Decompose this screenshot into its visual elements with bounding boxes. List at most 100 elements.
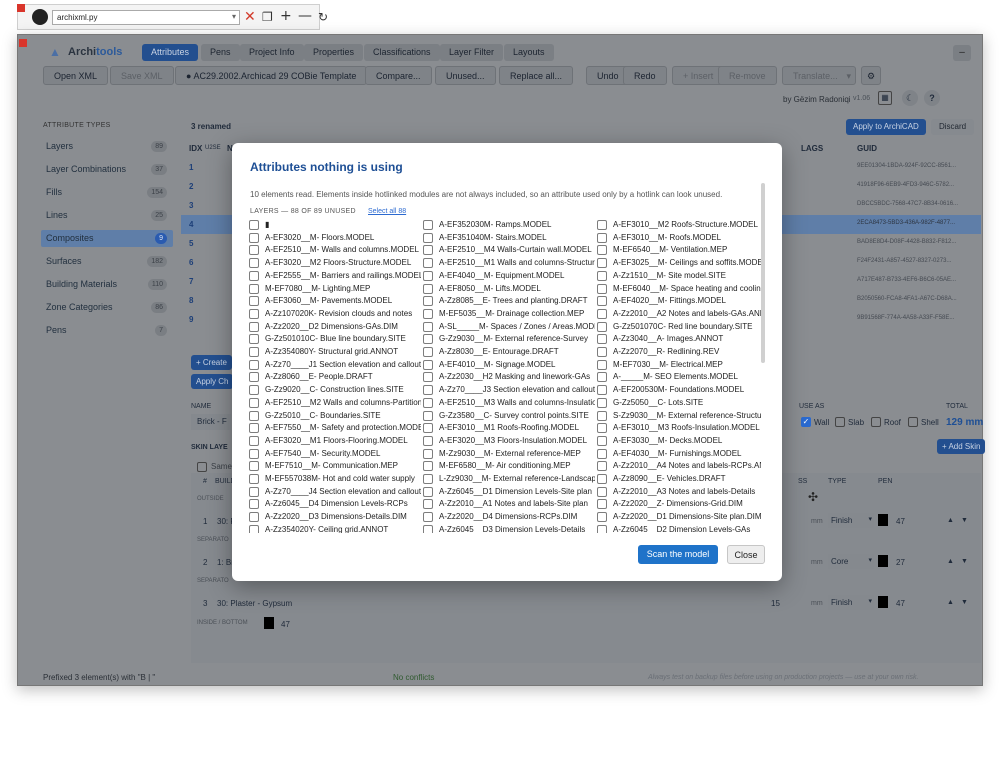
calendar-icon[interactable]: ▦ [878, 91, 892, 105]
layer-checkbox[interactable] [597, 448, 607, 459]
use-shell-checkbox[interactable] [908, 417, 918, 427]
layer-checkbox[interactable] [423, 512, 433, 523]
layer-list-item[interactable]: A-Zz2010__A1 Notes and labels-Site plan [423, 498, 595, 510]
layer-list-item[interactable]: A-Zz1510__M- Site model.SITE [597, 270, 761, 282]
skin-type-select[interactable]: Finish ▾ [828, 513, 874, 528]
layer-checkbox[interactable] [423, 385, 433, 396]
layer-checkbox[interactable] [249, 461, 259, 472]
minimize-button[interactable]: – [953, 45, 971, 61]
layer-checkbox[interactable] [249, 372, 259, 383]
layer-checkbox[interactable] [249, 334, 259, 345]
layer-list-item[interactable]: A-EF3020__M2 Floors-Structure.MODEL [249, 257, 421, 269]
layer-checkbox[interactable] [423, 232, 433, 243]
layer-checkbox[interactable] [423, 423, 433, 434]
layer-checkbox[interactable] [249, 270, 259, 281]
layer-checkbox[interactable] [249, 423, 259, 434]
layer-list-item[interactable]: G-Zz5010__C- Boundaries.SITE [249, 410, 421, 422]
pen-swatch[interactable] [878, 596, 888, 608]
layer-list-item[interactable]: G-Zz9030__M- External reference-Survey [423, 333, 595, 345]
save-xml-button[interactable]: Save XML [110, 66, 174, 85]
layer-checkbox[interactable] [423, 334, 433, 345]
sidebar-item-layer-combinations[interactable]: Layer Combinations 37 [41, 161, 173, 178]
create-button[interactable]: + Create [191, 355, 232, 370]
pen-swatch[interactable] [264, 617, 274, 629]
tab-properties[interactable]: Properties [304, 44, 364, 61]
replace-all-button[interactable]: Replace all... [499, 66, 574, 85]
sidebar-item-layers[interactable]: Layers 89 [41, 138, 173, 155]
layer-checkbox[interactable] [597, 524, 607, 533]
layer-list-item[interactable]: A-EF4010__M- Signage.MODEL [423, 359, 595, 371]
layer-checkbox[interactable] [597, 435, 607, 446]
layer-list-item[interactable]: A-EF3025__M- Ceilings and soffits.MODEL [597, 257, 761, 269]
layer-list-item[interactable]: M-EF7510__M- Communication.MEP [249, 460, 421, 472]
layer-list-item[interactable]: A-EF2510__M- Walls and columns.MODEL [249, 244, 421, 256]
layer-checkbox[interactable] [249, 397, 259, 408]
compare-button[interactable]: Compare... [365, 66, 432, 85]
refresh-icon[interactable]: ↻ [318, 10, 328, 24]
layer-list-item[interactable]: A-Zz2020__Z- Dimensions-Grid.DIM [597, 498, 761, 510]
layer-checkbox[interactable] [423, 448, 433, 459]
use-roof-checkbox[interactable] [871, 417, 881, 427]
layer-list-item[interactable]: A-EF4020__M- Fittings.MODEL [597, 295, 761, 307]
layer-list-item[interactable]: M-EF6580__M- Air conditioning.MEP [423, 460, 595, 472]
layer-list-item[interactable]: A-Zz354080Y- Structural grid.ANNOT [249, 346, 421, 358]
layer-checkbox[interactable] [423, 397, 433, 408]
layer-checkbox[interactable] [249, 283, 259, 294]
layer-checkbox[interactable] [423, 258, 433, 269]
layer-list-item[interactable]: A-Zz354020Y- Ceiling grid.ANNOT [249, 524, 421, 533]
layer-checkbox[interactable] [423, 474, 433, 484]
close-icon[interactable]: ✕ [244, 10, 256, 24]
layer-list-item[interactable]: M-EF7030__M- Electrical.MEP [597, 359, 761, 371]
layer-list-item[interactable]: A-EF4030__M- Furnishings.MODEL [597, 448, 761, 460]
app-close-icon[interactable] [17, 4, 25, 12]
layer-checkbox[interactable] [249, 435, 259, 446]
move-up-icon[interactable]: ▲ [947, 599, 954, 606]
layer-checkbox[interactable] [597, 321, 607, 332]
layer-list-item[interactable]: A-Zz2020__D4 Dimensions-RCPs.DIM [423, 511, 595, 523]
layer-checkbox[interactable] [249, 308, 259, 319]
layer-list-item[interactable]: A-EF3030__M- Decks.MODEL [597, 435, 761, 447]
layer-list-item[interactable]: A-EF3010__M1 Roofs-Roofing.MODEL [423, 422, 595, 434]
sidebar-item-fills[interactable]: Fills 154 [41, 184, 173, 201]
layer-list-item[interactable]: A-EF4040__M- Equipment.MODEL [423, 270, 595, 282]
layer-list-item[interactable]: A-EF3020__M1 Floors-Flooring.MODEL [249, 435, 421, 447]
layer-list-item[interactable]: G-Zz3580__C- Survey control points.SITE [423, 410, 595, 422]
layer-checkbox[interactable] [597, 461, 607, 472]
skin-type-select[interactable]: Finish ▾ [828, 595, 874, 610]
layer-list-item[interactable]: A-EF3010__M2 Roofs-Structure.MODEL [597, 219, 761, 231]
layer-list-item[interactable]: M-EF6540__M- Ventilation.MEP [597, 244, 761, 256]
layer-list-item[interactable]: M-EF7080__M- Lighting.MEP [249, 283, 421, 295]
layer-list-item[interactable]: A-Zz2010__A3 Notes and labels-Details [597, 486, 761, 498]
layer-checkbox[interactable] [249, 486, 259, 497]
remove-button[interactable]: Re-move [718, 66, 777, 85]
layer-checkbox[interactable] [597, 283, 607, 294]
move-down-icon[interactable]: ▼ [961, 599, 968, 606]
layer-list-item[interactable]: G-Zz501070C- Red line boundary.SITE [597, 321, 761, 333]
unused-layers-list[interactable]: ▮ A-EF352030M- Ramps.MODEL A-EF3010__M2 Ro… [249, 219, 761, 533]
layer-checkbox[interactable] [597, 474, 607, 484]
layer-checkbox[interactable] [597, 499, 607, 510]
layer-list-item[interactable]: A-Zz8085__E- Trees and planting.DRAFT [423, 295, 595, 307]
sidebar-item-building-materials[interactable]: Building Materials 110 [41, 276, 173, 293]
layer-list-item[interactable]: A-Zz8030__E- Entourage.DRAFT [423, 346, 595, 358]
layer-list-item[interactable]: A-EF8050__M- Lifts.MODEL [423, 283, 595, 295]
layer-checkbox[interactable] [423, 499, 433, 510]
layer-list-item[interactable]: A-_____M- SEO Elements.MODEL [597, 371, 761, 383]
sidebar-item-lines[interactable]: Lines 25 [41, 207, 173, 224]
layer-list-item[interactable]: A-Zz2030__H2 Masking and linework-GAs [423, 371, 595, 383]
layer-list-item[interactable]: M-EF5035__M- Drainage collection.MEP [423, 308, 595, 320]
add-skin-button[interactable]: + Add Skin [937, 439, 986, 454]
name-field[interactable]: Brick - F [191, 414, 231, 430]
layer-checkbox[interactable] [423, 270, 433, 281]
layer-checkbox[interactable] [249, 499, 259, 510]
layer-checkbox[interactable] [597, 486, 607, 497]
tab-layouts[interactable]: Layouts [504, 44, 554, 61]
layer-checkbox[interactable] [249, 347, 259, 357]
move-up-icon[interactable]: ▲ [947, 517, 954, 524]
layer-list-item[interactable]: L-Zz9030__M- External reference-Landscap… [423, 473, 595, 485]
layer-list-item[interactable]: A-EF3010__M- Roofs.MODEL [597, 232, 761, 244]
layer-list-item[interactable]: A-Zz2070__R- Redlining.REV [597, 346, 761, 358]
layer-checkbox[interactable] [423, 283, 433, 294]
col-idx[interactable]: IDX [189, 144, 202, 153]
sidebar-item-surfaces[interactable]: Surfaces 182 [41, 253, 173, 270]
